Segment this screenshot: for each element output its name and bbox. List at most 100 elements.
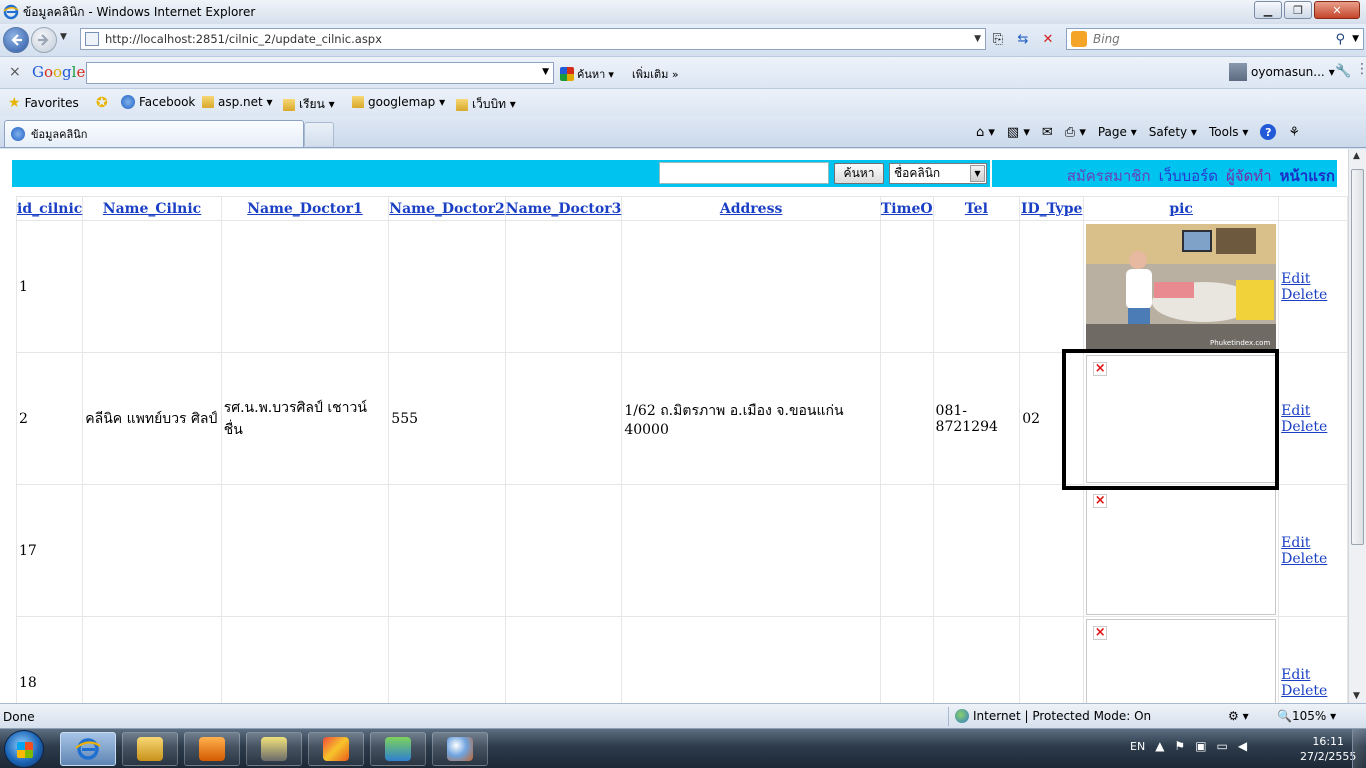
google-more-button[interactable]: เพิ่มเติม »	[632, 65, 679, 83]
favorite-folder-webbit[interactable]: เว็บบิท ▾	[456, 95, 516, 114]
column-header[interactable]: Name_Doctor1	[220, 196, 390, 221]
address-dropdown-icon[interactable]: ▼	[974, 34, 981, 44]
favorite-folder-aspnet[interactable]: asp.net ▾	[202, 95, 273, 109]
column-header[interactable]: Tel	[932, 196, 1021, 221]
favorites-button[interactable]: ★ Favorites	[8, 95, 79, 111]
protected-mode-icon[interactable]: ⚙ ▾	[1228, 709, 1249, 723]
favorite-folder-study[interactable]: เรียน ▾	[283, 95, 335, 114]
column-header[interactable]: id_cilnic	[15, 196, 84, 221]
favorite-link-facebook[interactable]: Facebook	[121, 95, 195, 109]
search-options-dropdown-icon[interactable]: ▼	[1352, 34, 1359, 44]
bing-search-box[interactable]: ⚲ ▼	[1066, 28, 1364, 50]
taskbar-paint[interactable]	[432, 732, 488, 766]
site-search-button[interactable]: ค้นหา	[834, 163, 884, 184]
refresh-icon[interactable]: ⇆	[1013, 29, 1033, 49]
google-search-dropdown-icon[interactable]: ▼	[542, 67, 549, 77]
volume-icon[interactable]: ◀	[1238, 739, 1247, 753]
action-center-flag-icon[interactable]: ⚑	[1174, 739, 1185, 753]
bing-search-input[interactable]	[1093, 32, 1323, 46]
show-hidden-icons-icon[interactable]: ▲	[1155, 739, 1164, 753]
stop-icon[interactable]: ✕	[1038, 29, 1058, 49]
edit-link[interactable]: Edit	[1281, 271, 1310, 287]
cell-tel	[932, 484, 1021, 617]
site-search-input[interactable]	[659, 162, 829, 184]
search-field-select[interactable]: ชื่อคลินิก ▼	[889, 163, 987, 184]
cell-address: 1/62 ถ.มิตรภาพ อ.เมือง จ.ขอนแก่น 40000	[621, 352, 881, 485]
authors-link[interactable]: ผู้จัดทำ	[1226, 164, 1272, 188]
broken-image: ×	[1086, 354, 1277, 483]
ie-logo-icon	[3, 4, 19, 20]
cell-pic: ×	[1083, 616, 1280, 703]
research-icon[interactable]: ⚘	[1288, 125, 1300, 140]
header-divider	[990, 160, 992, 187]
column-header[interactable]: ID_Type	[1019, 196, 1085, 221]
google-search-input[interactable]: ▼	[86, 62, 554, 84]
column-header[interactable]: Address	[621, 196, 881, 221]
taskbar-messenger[interactable]	[370, 732, 426, 766]
edit-link[interactable]: Edit	[1281, 535, 1310, 551]
delete-link[interactable]: Delete	[1281, 419, 1327, 435]
taskbar-media-player[interactable]	[184, 732, 240, 766]
vertical-scrollbar[interactable]: ▲ ▼	[1348, 149, 1366, 703]
device-icon[interactable]: ▣	[1195, 739, 1206, 753]
taskbar-tools-app[interactable]	[246, 732, 302, 766]
safety-menu[interactable]: Safety ▾	[1149, 125, 1197, 139]
search-icon[interactable]: ⚲	[1335, 32, 1345, 47]
address-url[interactable]: http://localhost:2851/cilnic_2/update_ci…	[105, 32, 382, 46]
print-icon[interactable]: ⎙ ▾	[1065, 125, 1086, 140]
column-header[interactable]: Name_Doctor2	[388, 196, 506, 221]
tools-icon	[261, 737, 287, 761]
google-search-button[interactable]: ค้นหา ▾	[560, 65, 614, 83]
column-header[interactable]: Name_Cilnic	[82, 196, 222, 221]
language-indicator[interactable]: EN	[1130, 740, 1145, 753]
back-button[interactable]	[3, 27, 29, 53]
tools-menu[interactable]: Tools ▾	[1209, 125, 1248, 139]
recent-pages-dropdown[interactable]: ▼	[60, 32, 67, 42]
delete-link[interactable]: Delete	[1281, 287, 1327, 303]
cell-doctor1: รศ.น.พ.บวรศิลป์ เชาวน์ ชื่น	[220, 352, 390, 485]
favorite-folder-googlemap[interactable]: googlemap ▾	[352, 95, 445, 109]
taskbar-clock[interactable]: 16:11 27/2/2555	[1300, 734, 1356, 764]
taskbar-internet-explorer[interactable]	[60, 732, 116, 766]
help-icon[interactable]: ?	[1260, 124, 1277, 140]
scroll-down-icon[interactable]: ▼	[1353, 691, 1360, 701]
column-header[interactable]: Name_Doctor3	[504, 196, 623, 221]
new-tab-button[interactable]	[304, 122, 334, 146]
forward-button[interactable]	[31, 27, 57, 53]
clinic-data-grid: id_cilnic Name_Cilnic Name_Doctor1 Name_…	[15, 196, 1348, 703]
google-account-menu[interactable]: oyomasun... ▾	[1229, 63, 1335, 81]
taskbar-explorer[interactable]	[122, 732, 178, 766]
start-button[interactable]	[4, 730, 44, 768]
compatibility-view-icon[interactable]: ⎘	[988, 29, 1008, 49]
add-favorite-button[interactable]: ✪	[96, 95, 108, 111]
tab-clinic-data[interactable]: ข้อมูลคลินิก	[4, 120, 304, 147]
mail-icon[interactable]: ✉	[1042, 125, 1053, 140]
zoom-level[interactable]: 🔍105% ▾	[1277, 709, 1336, 723]
close-toolbar-icon[interactable]: ×	[9, 64, 21, 80]
address-bar[interactable]: http://localhost:2851/cilnic_2/update_ci…	[80, 28, 986, 50]
close-window-button[interactable]: ✕	[1314, 1, 1360, 19]
home-link[interactable]: หน้าแรก	[1280, 164, 1335, 188]
scrollbar-thumb[interactable]	[1351, 169, 1364, 545]
scroll-up-icon[interactable]: ▲	[1353, 151, 1360, 161]
edit-link[interactable]: Edit	[1281, 667, 1310, 683]
column-header[interactable]: TimeO	[879, 196, 934, 221]
security-zone[interactable]: Internet | Protected Mode: On	[955, 709, 1151, 723]
cell-name	[82, 484, 222, 617]
register-link[interactable]: สมัครสมาชิก	[1067, 164, 1151, 188]
webboard-link[interactable]: เว็บบอร์ด	[1159, 164, 1218, 188]
delete-link[interactable]: Delete	[1281, 683, 1327, 699]
home-icon[interactable]: ⌂ ▾	[976, 125, 995, 140]
delete-link[interactable]: Delete	[1281, 551, 1327, 567]
edit-link[interactable]: Edit	[1281, 403, 1310, 419]
column-header[interactable]: pic	[1083, 196, 1280, 221]
show-desktop-button[interactable]	[1352, 729, 1366, 768]
cell-id: 1	[15, 220, 84, 353]
wrench-icon[interactable]: 🔧	[1335, 64, 1351, 79]
network-icon[interactable]: ▭	[1217, 739, 1228, 753]
taskbar-visual-studio[interactable]	[308, 732, 364, 766]
maximize-button[interactable]: ❐	[1284, 1, 1312, 19]
feeds-icon[interactable]: ▧ ▾	[1007, 125, 1030, 140]
page-menu[interactable]: Page ▾	[1098, 125, 1137, 139]
minimize-button[interactable]: ▁	[1254, 1, 1282, 19]
